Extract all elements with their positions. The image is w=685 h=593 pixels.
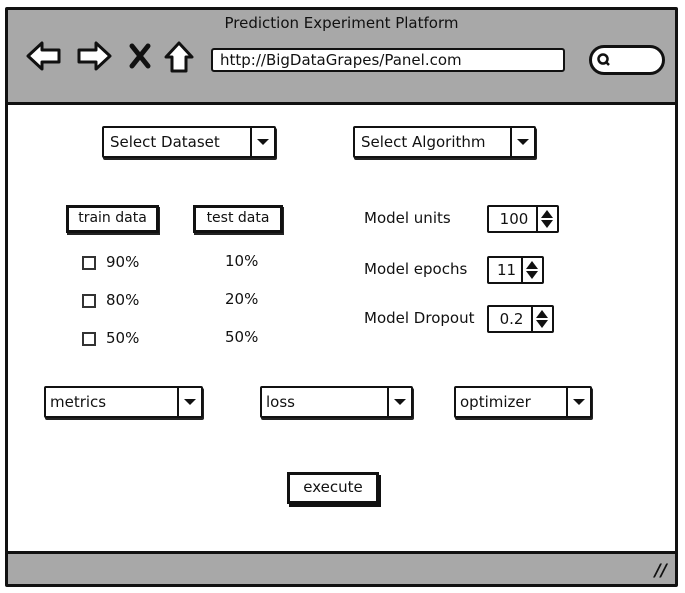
stepper-arrows-icon[interactable] [536, 207, 557, 231]
chevron-down-icon [387, 388, 411, 416]
chevron-down-icon [250, 128, 274, 156]
model-epochs-label: Model epochs [364, 260, 468, 278]
select-algorithm-dropdown[interactable]: Select Algorithm [353, 126, 536, 158]
loss-dropdown[interactable]: loss [260, 386, 413, 418]
model-units-label: Model units [364, 209, 451, 227]
select-dataset-label: Select Dataset [110, 133, 220, 151]
metrics-dropdown[interactable]: metrics [44, 386, 203, 418]
test-50-label: 50% [225, 328, 259, 346]
train-90-label: 90% [106, 253, 140, 271]
stepper-arrows-icon[interactable] [521, 258, 542, 282]
train-50-label: 50% [106, 329, 140, 347]
train-80-checkbox[interactable] [82, 294, 96, 308]
chevron-down-icon [177, 388, 201, 416]
model-epochs-value: 11 [496, 261, 517, 279]
chevron-down-icon [566, 388, 590, 416]
select-dataset-dropdown[interactable]: Select Dataset [102, 126, 276, 158]
optimizer-label: optimizer [460, 393, 531, 411]
forward-arrow-icon[interactable] [75, 40, 113, 72]
browser-window: Prediction Experiment Platform http://Bi… [5, 7, 678, 587]
optimizer-dropdown[interactable]: optimizer [454, 386, 592, 418]
test-10-label: 10% [225, 252, 259, 270]
model-units-stepper[interactable]: 100 [487, 205, 559, 233]
status-bar: // [8, 551, 675, 584]
model-dropout-value: 0.2 [499, 310, 524, 328]
search-icon [597, 53, 610, 66]
model-epochs-stepper[interactable]: 11 [487, 256, 544, 284]
model-units-value: 100 [499, 210, 529, 228]
test-data-button[interactable]: test data [193, 205, 283, 233]
back-arrow-icon[interactable] [25, 40, 63, 72]
train-50-checkbox[interactable] [82, 332, 96, 346]
chevron-down-icon [510, 128, 534, 156]
select-algorithm-label: Select Algorithm [361, 133, 486, 151]
model-dropout-label: Model Dropout [364, 309, 475, 327]
test-20-label: 20% [225, 290, 259, 308]
train-90-checkbox[interactable] [82, 256, 96, 270]
execute-button[interactable]: execute [287, 472, 379, 504]
model-dropout-stepper[interactable]: 0.2 [487, 305, 554, 333]
metrics-label: metrics [50, 393, 107, 411]
window-title: Prediction Experiment Platform [224, 14, 459, 32]
home-icon[interactable] [163, 40, 195, 74]
browser-toolbar: Prediction Experiment Platform http://Bi… [8, 10, 675, 105]
stepper-arrows-icon[interactable] [531, 307, 552, 331]
resize-grip-icon[interactable]: // [655, 561, 667, 581]
url-bar[interactable]: http://BigDataGrapes/Panel.com [211, 48, 565, 72]
train-80-label: 80% [106, 291, 140, 309]
stop-icon[interactable] [128, 43, 152, 69]
train-data-button[interactable]: train data [66, 205, 159, 233]
loss-label: loss [266, 393, 295, 411]
search-field[interactable] [589, 45, 665, 75]
